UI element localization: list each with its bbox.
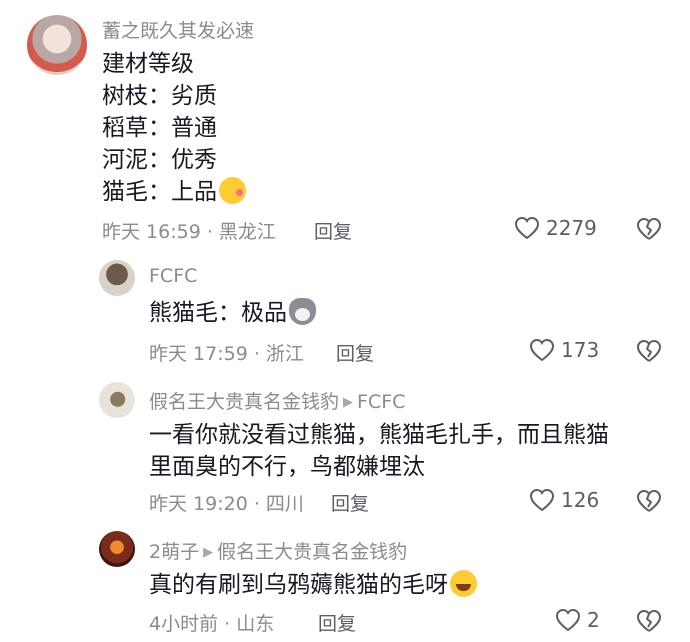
reply-arrow-icon: ▶: [343, 395, 354, 410]
broken-heart-icon[interactable]: [636, 339, 662, 363]
like-button[interactable]: 2: [555, 608, 600, 632]
like-count: 126: [561, 488, 600, 512]
like-count: 2279: [546, 216, 597, 240]
like-button[interactable]: 173: [529, 338, 599, 362]
comment-username[interactable]: FCFC: [149, 265, 197, 287]
reply-button[interactable]: 回复: [318, 609, 356, 636]
kissing-face-emoji-icon: [219, 177, 246, 204]
reply-to-username[interactable]: 假名王大贵真名金钱豹: [217, 541, 407, 563]
comment-username[interactable]: 2萌子: [149, 541, 199, 563]
comment-text-line: 建材等级: [102, 51, 194, 77]
comment-text-line: 真的有刷到乌鸦薅熊猫的毛呀: [149, 572, 448, 598]
like-button[interactable]: 126: [529, 488, 599, 512]
heart-icon: [514, 216, 540, 240]
comment-time-location: 昨天 17:59 · 浙江: [149, 343, 304, 365]
reply-button[interactable]: 回复: [336, 339, 374, 366]
comment-time-location: 昨天 16:59 · 黑龙江: [102, 221, 276, 243]
reply-arrow-icon: ▶: [203, 545, 214, 560]
reply-button[interactable]: 回复: [314, 217, 352, 244]
comment-text-last-line: 真的有刷到乌鸦薅熊猫的毛呀: [149, 569, 477, 601]
avatar[interactable]: [27, 15, 87, 75]
reply-to-username[interactable]: FCFC: [357, 391, 405, 413]
comment-username-row: 假名王大贵真名金钱豹 ▶ FCFC: [149, 387, 405, 414]
heart-icon: [555, 608, 581, 632]
broken-heart-icon[interactable]: [636, 489, 662, 513]
comment-text-line: 河泥：优秀: [102, 147, 217, 173]
broken-heart-icon[interactable]: [636, 609, 662, 633]
comment-username[interactable]: 假名王大贵真名金钱豹: [149, 391, 339, 413]
like-button[interactable]: 2279: [514, 216, 597, 240]
comment-text-line: 一看你就没看过熊猫，熊猫毛扎手，而且熊猫: [149, 422, 609, 448]
avatar[interactable]: [99, 260, 135, 296]
comment-username-row: 2萌子 ▶ 假名王大贵真名金钱豹: [149, 537, 407, 564]
comment-text-line: 稻草：普通: [102, 115, 217, 141]
laughing-crying-emoji-icon: [450, 570, 477, 597]
avatar[interactable]: [99, 382, 135, 418]
like-count: 173: [561, 338, 600, 362]
reply-button[interactable]: 回复: [331, 489, 369, 516]
heart-icon: [529, 338, 555, 362]
husky-dog-emoji-icon: [289, 298, 316, 325]
comment-text-last-line: 熊猫毛：极品: [149, 297, 316, 329]
heart-icon: [529, 488, 555, 512]
comment-username[interactable]: 蓄之既久其发必速: [102, 16, 254, 43]
like-count: 2: [587, 608, 600, 632]
comment-text-line: 熊猫毛：极品: [149, 300, 287, 326]
comment-text-line: 树枝：劣质: [102, 83, 217, 109]
avatar[interactable]: [99, 531, 135, 567]
comment-text-line: 里面臭的不行，鸟都嫌埋汰: [149, 454, 425, 480]
comment-time-location: 4小时前 · 山东: [149, 613, 275, 635]
comment-text-last-line: 猫毛：上品: [102, 176, 246, 208]
broken-heart-icon[interactable]: [636, 217, 662, 241]
comment-text-line: 猫毛：上品: [102, 179, 217, 205]
comment-time-location: 昨天 19:20 · 四川: [149, 493, 304, 515]
